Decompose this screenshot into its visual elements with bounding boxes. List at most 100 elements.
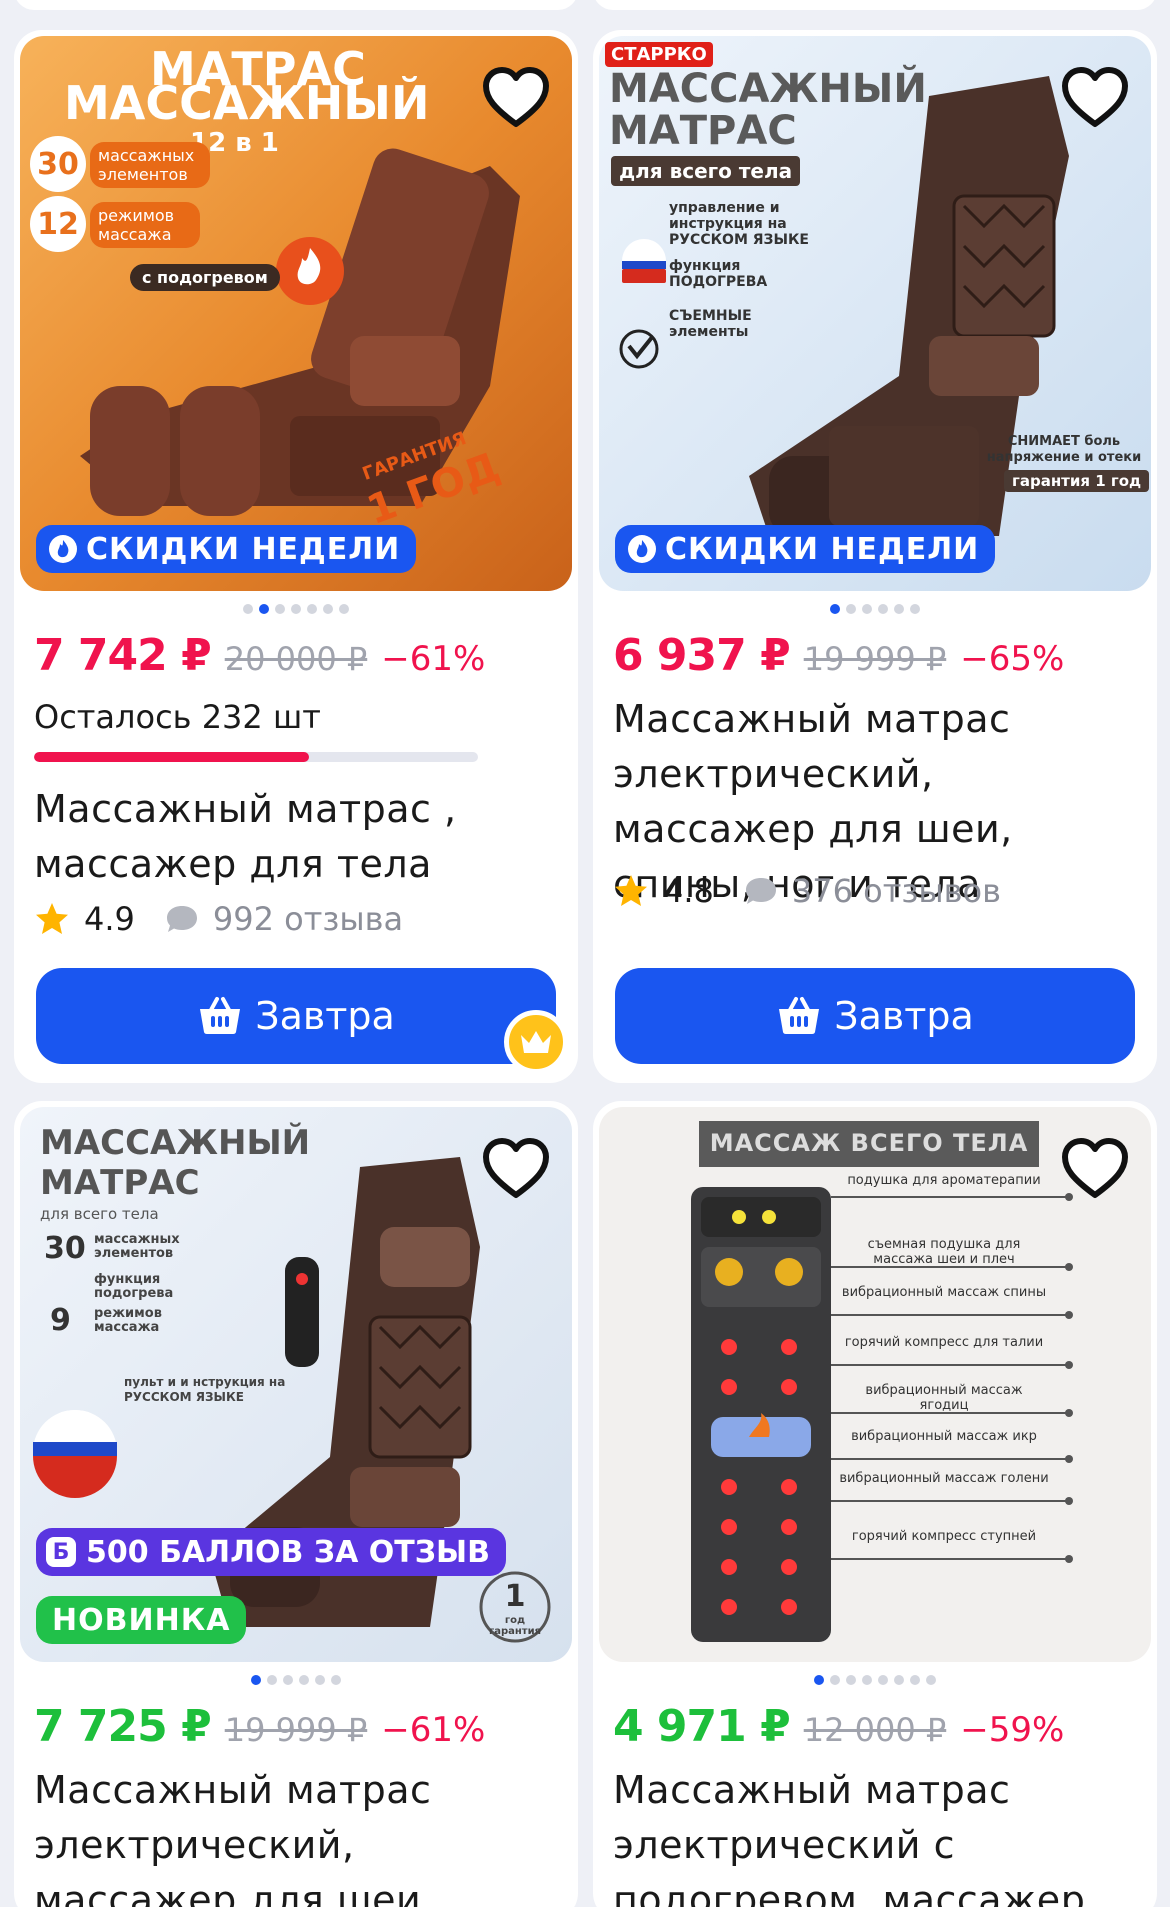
carousel-dot	[291, 604, 301, 614]
discount-percent: −59%	[960, 1710, 1065, 1750]
feature-label: режимов массажа	[90, 202, 200, 248]
rating-row: 4.8 376 отзывов	[613, 872, 1001, 910]
image-label: горячий компресс ступней	[851, 1529, 1037, 1544]
image-header: МАССАЖ ВСЕГО ТЕЛА	[709, 1129, 1029, 1157]
premium-badge	[504, 1010, 568, 1074]
heart-outline-icon	[483, 67, 549, 127]
promo-badge-label: СКИДКИ НЕДЕЛИ	[665, 531, 980, 567]
chat-bubble-icon	[745, 878, 776, 904]
rating-row: 4.9 992 отзыва	[34, 900, 403, 938]
product-image[interactable]: МАССАЖ ВСЕГО ТЕЛА подушка для ароматерап…	[599, 1107, 1151, 1662]
image-title-line2: МАТРАС	[609, 108, 797, 154]
feature-label: массажных элементов	[90, 142, 210, 188]
crown-icon	[521, 1031, 551, 1053]
basket-icon	[779, 997, 820, 1034]
bonus-badge: Б 500 БАЛЛОВ ЗА ОТЗЫВ	[36, 1528, 507, 1576]
reviews-count[interactable]: 376 отзывов	[792, 872, 1001, 910]
favorite-button[interactable]	[480, 1133, 552, 1205]
carousel-dot	[862, 604, 872, 614]
promo-badge: СКИДКИ НЕДЕЛИ	[36, 525, 417, 573]
rating-value: 4.9	[84, 900, 135, 938]
heart-outline-icon	[483, 1138, 549, 1198]
carousel-dot-active	[830, 604, 840, 614]
heating-label: с подогревом	[130, 264, 280, 291]
old-price: 19 999 ₽	[224, 1711, 368, 1749]
price-row: 7 725 ₽ 19 999 ₽ −61%	[34, 1701, 485, 1752]
image-tag: для всего тела	[40, 1205, 159, 1223]
add-to-cart-button[interactable]: Завтра	[36, 968, 556, 1064]
product-image[interactable]: СТАРРКО МАССАЖНЫЙ МАТРАС для всего тела …	[599, 36, 1151, 591]
product-title[interactable]: Массажный матрас электрический, массажер…	[34, 1763, 562, 1907]
warranty-number: 1	[504, 1579, 526, 1614]
reviews-count[interactable]: 992 отзыва	[213, 900, 403, 938]
favorite-button[interactable]	[480, 62, 552, 134]
carousel-dot	[910, 604, 920, 614]
image-remote-text: пульт и и нструкция на РУССКОМ ЯЗЫКЕ	[124, 1375, 286, 1404]
image-label: вибрационный массаж ягодиц	[865, 1383, 1023, 1413]
carousel-dot	[846, 604, 856, 614]
image-title-line2: МАССАЖНЫЙ	[64, 76, 430, 130]
product-card[interactable]: СТАРРКО МАССАЖНЫЙ МАТРАС для всего тела …	[593, 30, 1157, 1083]
product-image[interactable]: МАТРАС МАССАЖНЫЙ 12 в 1 30 массажных эле…	[20, 36, 572, 591]
carousel-dot-active	[259, 604, 269, 614]
image-tag: для всего тела	[611, 156, 801, 186]
fire-icon	[628, 535, 656, 563]
carousel-dot	[878, 1675, 888, 1685]
image-label: вибрационный массаж спины	[841, 1285, 1047, 1300]
stock-progress-fill	[34, 752, 310, 762]
image-carousel-dots	[593, 1675, 1157, 1685]
image-carousel-dots	[14, 604, 578, 614]
old-price: 19 999 ₽	[803, 640, 947, 678]
feature-count: 30	[44, 1231, 86, 1266]
image-feature: функция ПОДОГРЕВА	[669, 258, 768, 290]
image-label: вибрационный массаж голени	[839, 1471, 1049, 1486]
chat-bubble-icon	[166, 906, 197, 932]
product-title[interactable]: Массажный матрас электрический с подогре…	[613, 1763, 1141, 1907]
carousel-dot	[243, 604, 253, 614]
favorite-button[interactable]	[1059, 1133, 1131, 1205]
carousel-dot	[910, 1675, 920, 1685]
carousel-dot	[331, 1675, 341, 1685]
carousel-dot	[275, 604, 285, 614]
carousel-dot	[862, 1675, 872, 1685]
carousel-dot	[830, 1675, 840, 1685]
product-card[interactable]: МАССАЖНЫЙ МАТРАС для всего тела 30 масса…	[14, 1101, 578, 1907]
carousel-dot-active	[251, 1675, 261, 1685]
image-warranty: гарантия 1 год	[1004, 470, 1150, 492]
add-to-cart-label: Завтра	[255, 994, 395, 1038]
current-price: 6 937 ₽	[613, 630, 791, 681]
price-row: 6 937 ₽ 19 999 ₽ −65%	[613, 630, 1064, 681]
image-title-line1: МАССАЖНЫЙ	[40, 1123, 311, 1163]
product-image[interactable]: МАССАЖНЫЙ МАТРАС для всего тела 30 масса…	[20, 1107, 572, 1662]
image-title-line2: МАТРАС	[40, 1163, 200, 1203]
image-title-line1: МАССАЖНЫЙ	[609, 66, 927, 112]
add-to-cart-button[interactable]: Завтра	[615, 968, 1135, 1064]
discount-percent: −61%	[381, 1710, 486, 1750]
old-price: 12 000 ₽	[803, 1711, 947, 1749]
image-label: горячий компресс для талии	[844, 1335, 1044, 1350]
promo-badge: СКИДКИ НЕДЕЛИ	[615, 525, 996, 573]
carousel-dot	[299, 1675, 309, 1685]
product-card[interactable]: МАССАЖ ВСЕГО ТЕЛА подушка для ароматерап…	[593, 1101, 1157, 1907]
carousel-dot	[894, 604, 904, 614]
previous-card-edge	[593, 0, 1157, 10]
current-price: 7 725 ₽	[34, 1701, 212, 1752]
image-relief-text: СНИМАЕТ боль напряжение и отеки	[986, 434, 1142, 465]
previous-card-edge	[14, 0, 578, 10]
stock-remaining: Осталось 232 шт	[34, 698, 321, 736]
image-feature: СЪЕМНЫЕ элементы	[669, 308, 752, 340]
carousel-dot	[926, 1675, 936, 1685]
add-to-cart-label: Завтра	[834, 994, 974, 1038]
star-icon	[615, 875, 647, 906]
stock-progress-bar	[34, 752, 478, 762]
product-card[interactable]: МАТРАС МАССАЖНЫЙ 12 в 1 30 массажных эле…	[14, 30, 578, 1083]
carousel-dot	[323, 604, 333, 614]
current-price: 4 971 ₽	[613, 1701, 791, 1752]
carousel-dot	[339, 604, 349, 614]
product-title[interactable]: Массажный матрас , массажер для тела	[34, 782, 562, 892]
carousel-dot	[894, 1675, 904, 1685]
heart-outline-icon	[1062, 67, 1128, 127]
new-badge: НОВИНКА	[36, 1596, 247, 1644]
heart-outline-icon	[1062, 1138, 1128, 1198]
favorite-button[interactable]	[1059, 62, 1131, 134]
